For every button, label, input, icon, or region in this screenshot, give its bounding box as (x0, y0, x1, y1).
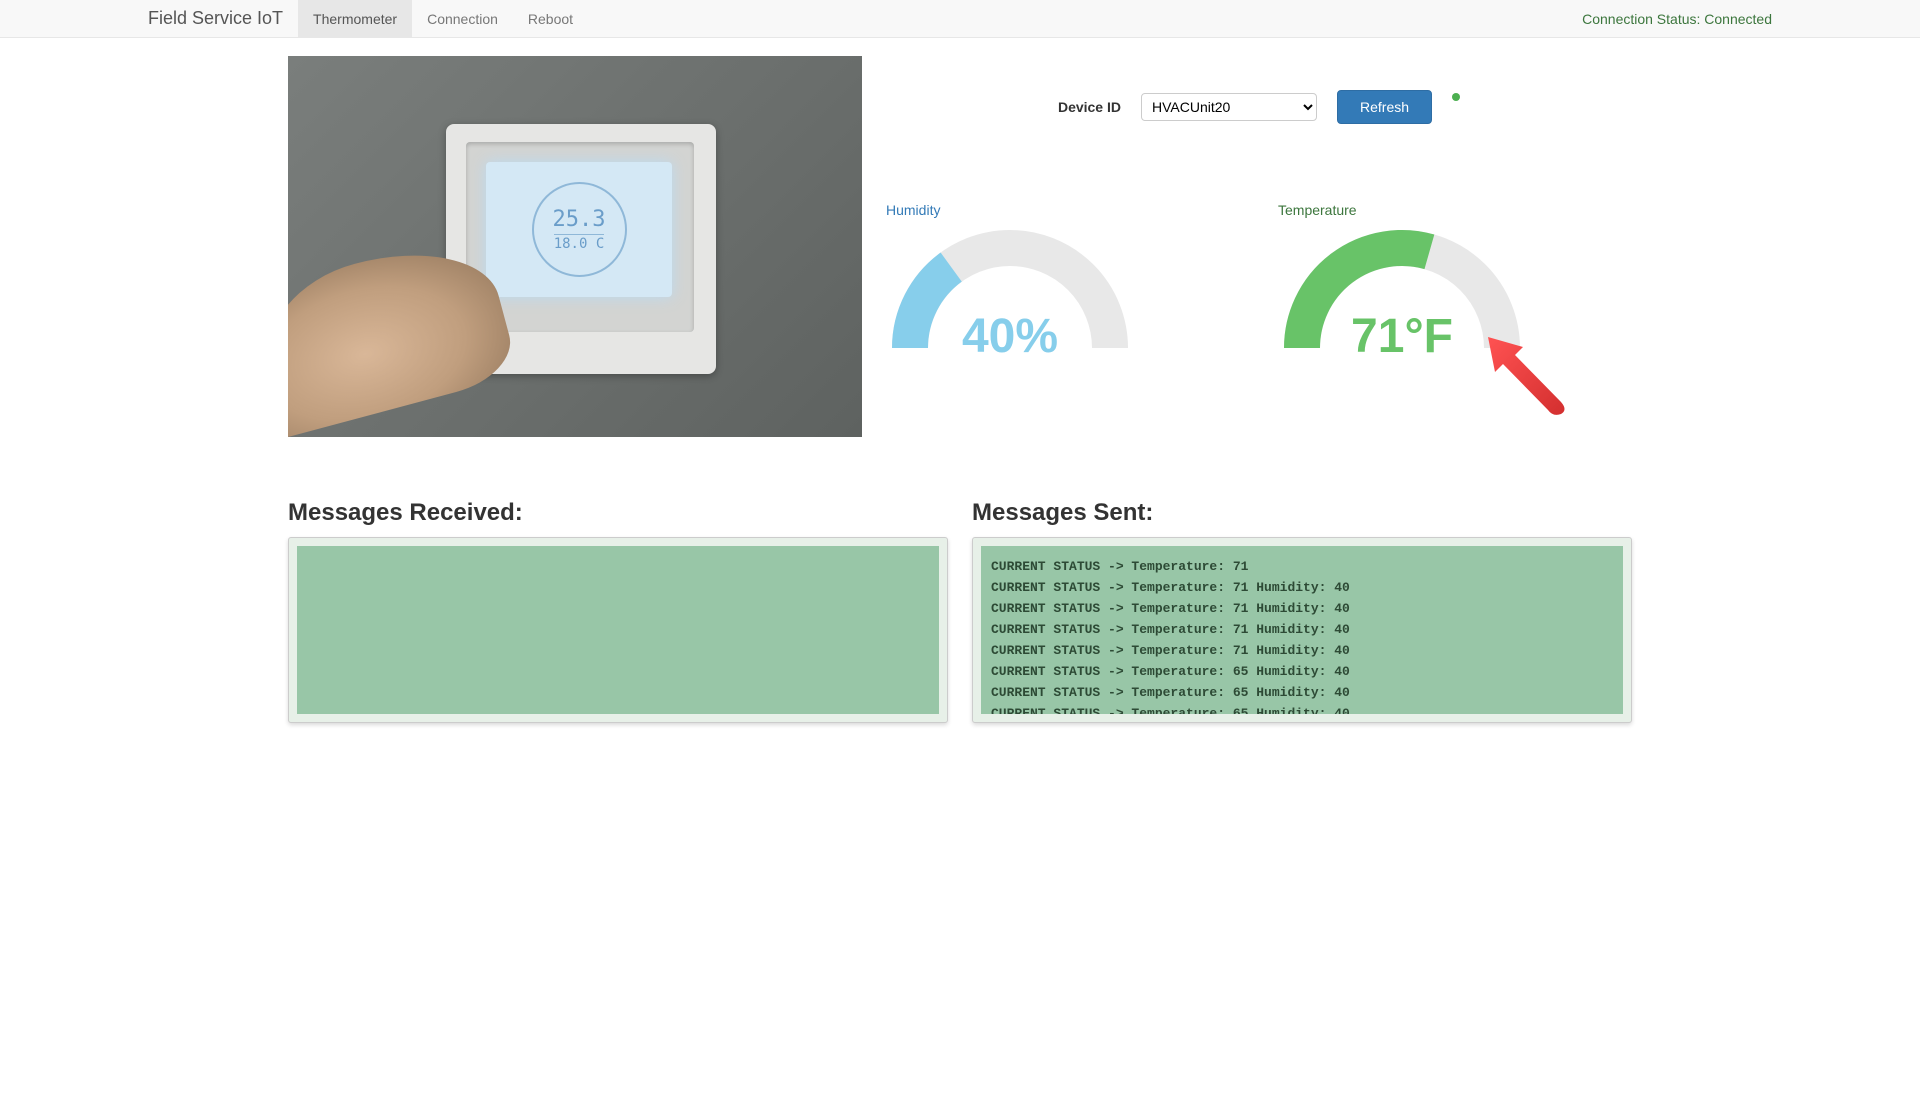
navbar: Field Service IoT Thermometer Connection… (0, 0, 1920, 38)
gauges-row: Humidity 40% Temperature (886, 202, 1632, 352)
device-row: Device ID HVACUnit20 Refresh (886, 90, 1632, 124)
main-container: 25.3 18.0 C Device ID HVACUnit20 Refresh (140, 38, 1780, 723)
thermostat-display-big: 25.3 (553, 207, 606, 232)
temperature-gauge: Temperature 71°F (1278, 202, 1632, 352)
humidity-gauge: Humidity 40% (886, 202, 1240, 352)
top-row: 25.3 18.0 C Device ID HVACUnit20 Refresh (288, 56, 1632, 437)
refresh-button[interactable]: Refresh (1337, 90, 1432, 124)
thermostat-display-small: 18.0 C (554, 234, 605, 252)
humidity-label: Humidity (886, 202, 1240, 218)
log-line: CURRENT STATUS -> Temperature: 65 Humidi… (991, 682, 1613, 703)
thermostat-photo: 25.3 18.0 C (288, 56, 862, 437)
messages-received-log[interactable] (297, 546, 939, 714)
messages-sent-title: Messages Sent: (972, 499, 1632, 527)
log-line: CURRENT STATUS -> Temperature: 65 Humidi… (991, 703, 1613, 714)
messages-received-box (288, 537, 948, 723)
status-dot-icon (1452, 93, 1460, 101)
red-arrow-icon (1483, 332, 1573, 422)
bottom-row: Messages Received: Messages Sent: CURREN… (288, 499, 1632, 723)
temperature-label: Temperature (1278, 202, 1632, 218)
log-line: CURRENT STATUS -> Temperature: 71 (991, 556, 1613, 577)
log-line: CURRENT STATUS -> Temperature: 71 Humidi… (991, 640, 1613, 661)
tab-reboot[interactable]: Reboot (513, 0, 588, 37)
messages-received-col: Messages Received: (288, 499, 948, 723)
messages-sent-box: CURRENT STATUS -> Temperature: 71CURRENT… (972, 537, 1632, 723)
messages-sent-col: Messages Sent: CURRENT STATUS -> Tempera… (972, 499, 1632, 723)
connection-status: Connection Status: Connected (1582, 11, 1772, 27)
humidity-value: 40% (886, 309, 1134, 364)
right-panel: Device ID HVACUnit20 Refresh Humidity 40… (886, 56, 1632, 437)
log-line: CURRENT STATUS -> Temperature: 71 Humidi… (991, 598, 1613, 619)
log-line: CURRENT STATUS -> Temperature: 71 Humidi… (991, 619, 1613, 640)
device-id-label: Device ID (1058, 99, 1121, 115)
tab-connection[interactable]: Connection (412, 0, 513, 37)
log-line: CURRENT STATUS -> Temperature: 71 Humidi… (991, 577, 1613, 598)
nav-tabs: Thermometer Connection Reboot (298, 0, 588, 37)
tab-thermometer[interactable]: Thermometer (298, 0, 412, 37)
navbar-brand[interactable]: Field Service IoT (148, 8, 298, 29)
log-line: CURRENT STATUS -> Temperature: 65 Humidi… (991, 661, 1613, 682)
device-id-select[interactable]: HVACUnit20 (1141, 93, 1317, 121)
messages-received-title: Messages Received: (288, 499, 948, 527)
messages-sent-log[interactable]: CURRENT STATUS -> Temperature: 71CURRENT… (981, 546, 1623, 714)
